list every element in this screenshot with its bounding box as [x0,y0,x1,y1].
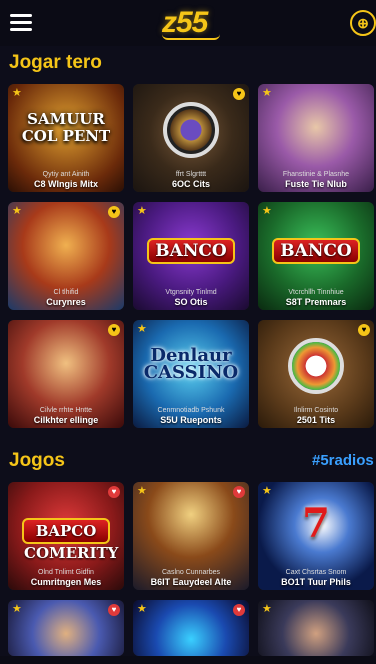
wheel-art [163,102,219,158]
game-card[interactable]: ♥ Cilvle rrhte Hntte Cilkhter ellinge [8,320,124,428]
card-caption: Cumritngen Mes [30,577,102,587]
card-title: Denlaur CASSINO [143,344,239,383]
hamburger-icon[interactable] [10,14,32,31]
game-card[interactable]: BANCO ★ Vtgnsnity Tinlmd SO Otis [133,202,249,310]
card-subtitle: Vtcrchllh Tinnhiue [288,289,344,296]
star-icon: ★ [12,87,22,99]
star-icon: ★ [262,485,272,497]
game-card[interactable]: ★ ♥ [8,600,124,656]
game-card[interactable]: ★ ♥ Caslno Cunnarbes B6IT Eauydeel Alte [133,482,249,590]
card-caption: Curynres [46,297,86,307]
globe-icon[interactable]: ⊕ [350,10,376,36]
favorite-icon[interactable]: ♥ [233,486,245,498]
card-caption: Cilkhter ellinge [33,415,99,425]
star-icon: ★ [12,205,22,217]
logo-swoosh [162,34,220,40]
favorite-icon[interactable]: ♥ [358,324,370,336]
star-icon: ★ [137,205,147,217]
section-title-games: Jogos [9,450,65,471]
card-subtitle: Olnd Tnlimt Gidfin [38,569,94,576]
star-icon: ★ [12,603,22,615]
card-subtitle: Cilvle rrhte Hntte [39,407,93,414]
card-subtitle: Cenmnotiadb Pshunk [157,407,225,414]
star-icon: ★ [137,323,147,335]
card-subtitle: Caslno Cunnarbes [162,569,220,576]
game-card[interactable]: ★ [258,600,374,656]
card-caption: 2501 Tits [296,415,336,425]
game-card[interactable]: ♥ Ilnlirm Cosinto 2501 Tits [258,320,374,428]
card-subtitle: Cl tlhifid [53,289,79,296]
game-card[interactable]: ★ ♥ Cl tlhifid Curynres [8,202,124,310]
card-caption: B6IT Eauydeel Alte [150,577,232,587]
game-card[interactable]: BAPCO COMERITY ♥ Olnd Tnlimt Gidfin Cumr… [8,482,124,590]
card-subtitle: Vtgnsnity Tinlmd [165,289,217,296]
bottom-bar [0,656,376,664]
favorite-icon[interactable]: ♥ [233,604,245,616]
logo[interactable]: z55 [162,6,222,42]
card-caption: BO1T Tuur Phils [281,577,351,587]
favorite-icon[interactable]: ♥ [108,604,120,616]
top-bar: z55 ⊕ [0,0,376,46]
card-caption: S5U Rueponts [160,415,222,425]
section-title-featured: Jogar tero [9,52,102,73]
star-icon: ★ [262,205,272,217]
game-card[interactable]: ★ ♥ [133,600,249,656]
card-caption: SO Otis [174,297,208,307]
card-caption: C8 Wlngis Mitx [33,179,98,189]
card-title: BAPCO COMERITY [22,518,118,562]
card-art [133,600,249,656]
section-link-games[interactable]: #5radios [312,452,374,469]
star-icon: ★ [137,603,147,615]
game-card[interactable]: ♥ ffrt Slgrtttt 6OC Cits [133,84,249,192]
game-card[interactable]: ★ Denlaur CASSINO Cenmnotiadb Pshunk S5U… [133,320,249,428]
card-art [8,600,124,656]
favorite-icon[interactable]: ♥ [108,324,120,336]
card-subtitle: ffrt Slgrtttt [175,171,207,178]
card-art [258,600,374,656]
card-subtitle: Ilnlirm Cosinto [293,407,339,414]
game-card[interactable]: 7 ★ Caxt Chsrtas Snom BO1T Tuur Phils [258,482,374,590]
game-card[interactable]: ★ Fhanstinie & Plasnhe Fuste Tie Nlub [258,84,374,192]
star-icon: ★ [262,87,272,99]
star-icon: ★ [137,485,147,497]
card-title: SAMUUR COL PENT [21,109,111,145]
star-icon: ★ [262,603,272,615]
card-title: 7 [302,500,330,547]
card-title: BANCO [147,238,235,264]
favorite-icon[interactable]: ♥ [233,88,245,100]
favorite-icon[interactable]: ♥ [108,486,120,498]
favorite-icon[interactable]: ♥ [108,206,120,218]
card-subtitle: Fhanstinie & Plasnhe [282,171,350,178]
game-card[interactable]: ★ SAMUUR COL PENT Qytiy ant Ainith C8 Wl… [8,84,124,192]
card-subtitle: Qytiy ant Ainith [42,171,90,178]
card-subtitle: Caxt Chsrtas Snom [285,569,347,576]
card-caption: 6OC Cits [171,179,210,189]
card-caption: Fuste Tie Nlub [285,179,347,189]
card-caption: S8T Premnars [285,297,347,307]
game-card[interactable]: BANCO ★ Vtcrchllh Tinnhiue S8T Premnars [258,202,374,310]
roulette-art [288,338,344,394]
card-title: BANCO [272,238,360,264]
